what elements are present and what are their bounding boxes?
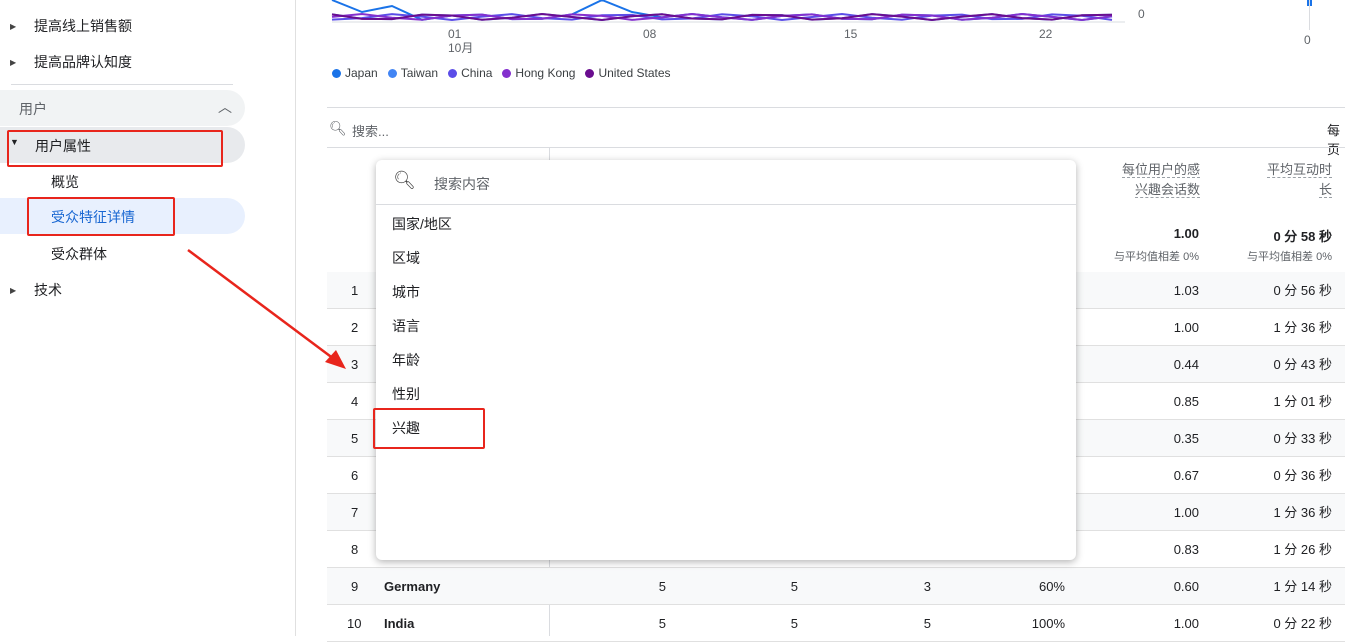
cell-value: 0 分 33 秒 bbox=[1273, 431, 1332, 446]
cell-value: 1 分 14 秒 bbox=[1273, 579, 1332, 594]
row-number: 7 bbox=[351, 505, 359, 520]
x-tick: 22 bbox=[1039, 27, 1053, 41]
mini-y-tick: 0 bbox=[1304, 33, 1311, 47]
cell-value: 5 bbox=[790, 579, 798, 594]
rows-per-page-label: 每页 bbox=[1327, 123, 1341, 157]
mini-axis bbox=[1309, 0, 1310, 30]
col-header-avg-engagement-time[interactable]: 平均互动时长 bbox=[1212, 160, 1332, 200]
cell-value: 5 bbox=[790, 616, 798, 631]
cell-value: 5 bbox=[658, 616, 666, 631]
total-note: 与平均值相差 0% bbox=[1114, 251, 1199, 263]
cell-value: 0.44 bbox=[1173, 357, 1199, 372]
y-tick: 0 bbox=[1138, 7, 1145, 21]
row-number: 6 bbox=[351, 468, 359, 483]
dimension-dropdown: 🔍︎ 搜索内容 国家/地区 区域 城市 语言 年龄 性别 兴趣 bbox=[376, 160, 1076, 560]
x-month: 10月 bbox=[448, 41, 474, 55]
cell-value: 0.67 bbox=[1173, 468, 1199, 483]
total-value: 0 分 58 秒 bbox=[1273, 229, 1332, 244]
cell-value: 0 分 36 秒 bbox=[1273, 468, 1332, 483]
legend-dot-icon bbox=[585, 69, 595, 78]
legend-dot-icon bbox=[448, 69, 458, 78]
cell-value: 0 分 22 秒 bbox=[1273, 616, 1332, 631]
cell-value: 1 分 01 秒 bbox=[1273, 394, 1332, 409]
cell-value: 5 bbox=[923, 616, 931, 631]
country-name[interactable]: India bbox=[384, 605, 414, 642]
cell-value: 5 bbox=[658, 579, 666, 594]
cell-value: 1 分 36 秒 bbox=[1273, 505, 1332, 520]
row-number: 8 bbox=[351, 542, 359, 557]
cell-value: 0.60 bbox=[1173, 579, 1199, 594]
cell-value: 1 分 36 秒 bbox=[1273, 320, 1332, 335]
cell-value: 1.00 bbox=[1173, 616, 1199, 631]
cell-value: 0.83 bbox=[1173, 542, 1199, 557]
x-tick: 15 bbox=[844, 27, 858, 41]
divider bbox=[327, 107, 1345, 108]
total-value: 1.00 bbox=[1173, 226, 1199, 241]
divider bbox=[327, 147, 1345, 148]
dropdown-search-input[interactable]: 搜索内容 bbox=[434, 174, 490, 194]
annotation-arrow-icon bbox=[187, 248, 346, 369]
table-row: 10 India 5 5 5 100% 1.00 0 分 22 秒 bbox=[327, 605, 1345, 642]
row-number: 5 bbox=[351, 431, 359, 446]
cell-value: 1.00 bbox=[1173, 320, 1199, 335]
divider bbox=[376, 204, 1076, 205]
legend-item[interactable]: China bbox=[448, 66, 492, 80]
x-tick: 08 bbox=[643, 27, 657, 41]
legend-dot-icon bbox=[502, 69, 512, 78]
cell-value: 1 分 26 秒 bbox=[1273, 542, 1332, 557]
cell-value: 0.35 bbox=[1173, 431, 1199, 446]
dropdown-option[interactable]: 国家/地区 bbox=[392, 214, 452, 234]
cell-value: 60% bbox=[1038, 579, 1065, 594]
legend-item[interactable]: Hong Kong bbox=[502, 66, 575, 80]
country-name[interactable]: Germany bbox=[384, 568, 440, 605]
row-number: 10 bbox=[347, 616, 362, 631]
highlight-box bbox=[373, 408, 485, 449]
cell-value: 1.03 bbox=[1173, 283, 1199, 298]
cell-value: 1.00 bbox=[1173, 505, 1199, 520]
table-row: 9 Germany 5 5 3 60% 0.60 1 分 14 秒 bbox=[327, 568, 1345, 605]
cell-value: 0.85 bbox=[1173, 394, 1199, 409]
cell-value: 100% bbox=[1031, 616, 1065, 631]
cell-value: 3 bbox=[923, 579, 931, 594]
total-note: 与平均值相差 0% bbox=[1247, 251, 1332, 263]
cell-value: 0 分 56 秒 bbox=[1273, 283, 1332, 298]
row-number: 9 bbox=[351, 579, 359, 594]
col-header-engaged-sessions-per-user[interactable]: 每位用户的感 兴趣会话数 bbox=[1080, 160, 1200, 200]
cell-value: 0 分 43 秒 bbox=[1273, 357, 1332, 372]
legend-item[interactable]: United States bbox=[585, 66, 671, 80]
